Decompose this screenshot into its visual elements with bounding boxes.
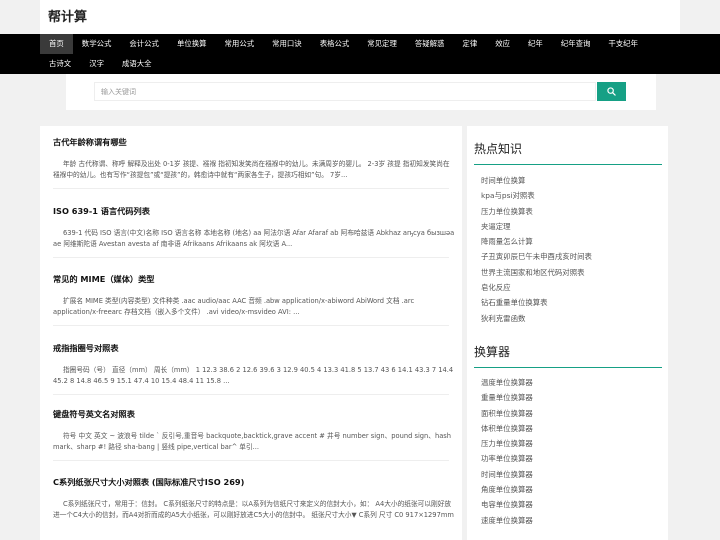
- converters-list: 温度单位换算器 重量单位换算器 面积单位换算器 体积单位换算器 压力单位换算器 功率单位换…: [481, 375, 533, 528]
- article-item: 常见的 MIME（媒体）类型扩展名 MIME 类型(内容类型) 文件种类 .aa…: [53, 273, 455, 317]
- article-divider: [53, 188, 449, 189]
- article-title[interactable]: ISO 639-1 语言代码列表: [53, 205, 455, 217]
- hot-knowledge-link[interactable]: 压力单位换算表: [481, 204, 592, 219]
- article-item: C系列纸张尺寸大小对照表 (国际标准尺寸ISO 269) C系列纸张尺寸，常用于：…: [53, 476, 455, 520]
- converter-link[interactable]: 面积单位换算器: [481, 406, 533, 421]
- article-title[interactable]: 戒指指圈号对照表: [53, 342, 455, 354]
- converter-link[interactable]: 压力单位换算器: [481, 436, 533, 451]
- article-item: ISO 639-1 语言代码列表 639-1 代码 ISO 语言(中文)名称 IS…: [53, 205, 455, 249]
- article-item: 古代年龄称谓有哪些年龄 古代称谓、称呼 解释及出处 0-1岁 孩提、襁褓 指初知…: [53, 136, 455, 180]
- nav-item-r1-12[interactable]: 纪年查询: [552, 34, 600, 54]
- article-divider: [53, 257, 449, 258]
- nav-item-r1-4[interactable]: 常用公式: [216, 34, 264, 54]
- hot-knowledge-link[interactable]: 钻石重量单位换算表: [481, 295, 592, 310]
- nav-item-r1-6[interactable]: 表格公式: [311, 34, 359, 54]
- article-item: 键盘符号英文名对照表符号 中文 英文 ~ 波浪号 tilde ` 反引号,重音号…: [53, 408, 455, 452]
- article-summary: 符号 中文 英文 ~ 波浪号 tilde ` 反引号,重音号 backquote…: [53, 432, 452, 451]
- article-summary: C系列纸张尺寸，常用于：信封。 C系列纸张尺寸的特点是：以A系列为信纸尺寸来定义…: [53, 500, 454, 519]
- article-item: 戒指指圈号对照表指圈号码（号） 直径（mm） 周长（mm） 1 12.3 38.…: [53, 342, 455, 386]
- search-input[interactable]: [94, 82, 596, 101]
- nav-item-r2-2[interactable]: 成语大全: [113, 54, 161, 74]
- nav-item-r1-0[interactable]: 首页: [40, 34, 73, 54]
- search-bar: [66, 74, 656, 110]
- nav-item-r1-5[interactable]: 常用口诀: [263, 34, 311, 54]
- nav-item-r1-10[interactable]: 效应: [486, 34, 519, 54]
- nav-item-r1-3[interactable]: 单位换算: [168, 34, 216, 54]
- nav-item-r1-1[interactable]: 数学公式: [73, 34, 121, 54]
- article-divider: [53, 325, 449, 326]
- converter-link[interactable]: 速度单位换算器: [481, 513, 533, 528]
- article-summary: 扩展名 MIME 类型(内容类型) 文件种类 .aac audio/aac AA…: [53, 297, 415, 316]
- converter-link[interactable]: 角度单位换算器: [481, 482, 533, 497]
- sidebar-hot-title: 热点知识: [474, 142, 523, 156]
- hot-knowledge-link[interactable]: 子丑寅卯辰巳午未申酉戌亥时间表: [481, 249, 592, 264]
- nav-item-r1-9[interactable]: 定律: [453, 34, 486, 54]
- article-title[interactable]: C系列纸张尺寸大小对照表 (国际标准尺寸ISO 269): [53, 476, 455, 488]
- nav-item-r1-11[interactable]: 纪年: [519, 34, 552, 54]
- article-title[interactable]: 古代年龄称谓有哪些: [53, 136, 455, 148]
- article-divider: [53, 394, 449, 395]
- hot-knowledge-link[interactable]: 狄利克雷函数: [481, 311, 592, 326]
- article-summary: 年龄 古代称谓、称呼 解释及出处 0-1岁 孩提、襁褓 指初知发笑尚在襁褓中的幼…: [53, 160, 450, 179]
- hot-knowledge-list: 时间单位换算 kpa与psi对照表 压力单位换算表 夹逼定理 降雨量怎么计算 子丑寅卯辰巳…: [481, 173, 592, 326]
- main-nav: 首页 数学公式 会计公式 单位换算 常用公式 常用口诀 表格公式 常见定理 答疑解惑 定律 效应 纪年…: [0, 34, 720, 74]
- header-inner: 帮计算: [40, 0, 680, 34]
- converter-link[interactable]: 时间单位换算器: [481, 467, 533, 482]
- converter-link[interactable]: 重量单位换算器: [481, 390, 533, 405]
- article-title[interactable]: 常见的 MIME（媒体）类型: [53, 273, 455, 285]
- search-icon: [607, 87, 616, 96]
- article-summary: 639-1 代码 ISO 语言(中文)名称 ISO 语言名称 本地名称 (地名)…: [53, 229, 455, 248]
- nav-item-r1-2[interactable]: 会计公式: [120, 34, 168, 54]
- article-summary: 指圈号码（号） 直径（mm） 周长（mm） 1 12.3 38.6 2 12.6…: [53, 366, 454, 385]
- hot-knowledge-link[interactable]: 时间单位换算: [481, 173, 592, 188]
- hot-knowledge-link[interactable]: 世界主流国家和地区代码对照表: [481, 265, 592, 280]
- site-header: 帮计算: [0, 0, 720, 34]
- converter-link[interactable]: 温度单位换算器: [481, 375, 533, 390]
- sidebar-converters-title: 换算器: [474, 345, 511, 359]
- nav-row-1: 首页 数学公式 会计公式 单位换算 常用公式 常用口诀 表格公式 常见定理 答疑解惑 定律 效应 纪年…: [40, 34, 647, 54]
- site-logo-title[interactable]: 帮计算: [48, 6, 87, 25]
- article-title[interactable]: 键盘符号英文名对照表: [53, 408, 455, 420]
- converter-link[interactable]: 体积单位换算器: [481, 421, 533, 436]
- nav-item-r1-7[interactable]: 常见定理: [358, 34, 406, 54]
- article-list: 古代年龄称谓有哪些年龄 古代称谓、称呼 解释及出处 0-1岁 孩提、襁褓 指初知…: [40, 126, 462, 540]
- hot-knowledge-link[interactable]: kpa与psi对照表: [481, 188, 592, 203]
- nav-item-r2-0[interactable]: 古诗文: [40, 54, 80, 74]
- nav-item-r1-8[interactable]: 答疑解惑: [406, 34, 454, 54]
- search-button[interactable]: [597, 82, 626, 101]
- hot-knowledge-link[interactable]: 皂化反应: [481, 280, 592, 295]
- nav-item-r2-1[interactable]: 汉字: [80, 54, 113, 74]
- nav-row-2: 古诗文 汉字 成语大全: [40, 54, 161, 74]
- converter-link[interactable]: 功率单位换算器: [481, 451, 533, 466]
- nav-item-r1-13[interactable]: 干支纪年: [599, 34, 647, 54]
- sidebar-divider: [474, 164, 662, 165]
- sidebar: 热点知识 时间单位换算 kpa与psi对照表 压力单位换算表 夹逼定理 降雨量怎么计算子…: [467, 126, 668, 540]
- sidebar-divider: [474, 367, 662, 368]
- hot-knowledge-link[interactable]: 夹逼定理: [481, 219, 592, 234]
- article-divider: [53, 460, 449, 461]
- hot-knowledge-link[interactable]: 降雨量怎么计算: [481, 234, 592, 249]
- converter-link[interactable]: 电容单位换算器: [481, 497, 533, 512]
